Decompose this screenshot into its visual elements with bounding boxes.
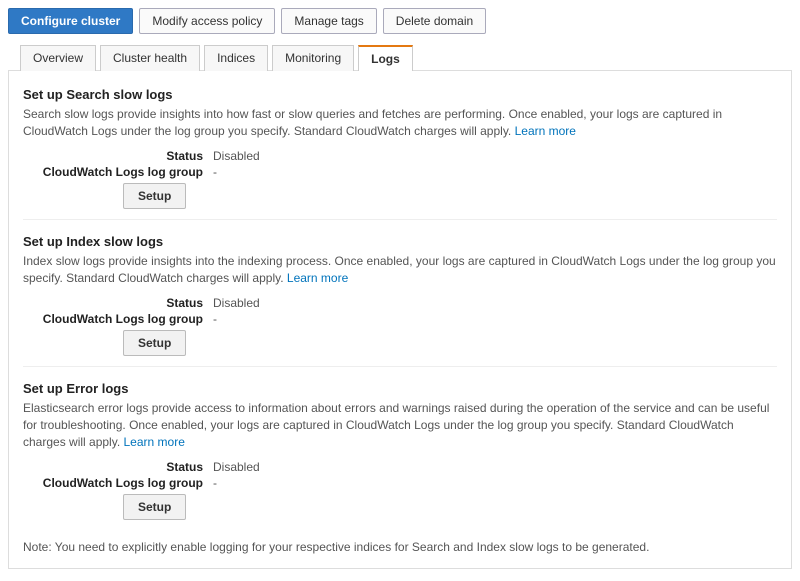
index-slow-logs-title: Set up Index slow logs — [23, 234, 777, 249]
action-toolbar: Configure cluster Modify access policy M… — [8, 8, 792, 34]
tab-indices[interactable]: Indices — [204, 45, 268, 71]
error-status-row: Status Disabled — [23, 460, 777, 474]
search-log-group-row: CloudWatch Logs log group - — [23, 165, 777, 179]
search-setup-row: Setup — [23, 183, 777, 209]
index-status-value: Disabled — [213, 296, 260, 310]
tab-cluster-health[interactable]: Cluster health — [100, 45, 200, 71]
delete-domain-button[interactable]: Delete domain — [383, 8, 486, 34]
search-status-row: Status Disabled — [23, 149, 777, 163]
error-logs-section: Set up Error logs Elasticsearch error lo… — [23, 366, 777, 530]
tab-logs[interactable]: Logs — [358, 45, 413, 71]
search-slow-logs-description: Search slow logs provide insights into h… — [23, 106, 777, 141]
search-log-group-value: - — [213, 165, 217, 179]
index-log-group-row: CloudWatch Logs log group - — [23, 312, 777, 326]
tabs-list: Overview Cluster health Indices Monitori… — [8, 44, 792, 70]
modify-access-policy-button[interactable]: Modify access policy — [139, 8, 275, 34]
log-group-label: CloudWatch Logs log group — [23, 165, 213, 179]
error-setup-row: Setup — [23, 494, 777, 520]
log-group-label: CloudWatch Logs log group — [23, 476, 213, 490]
error-logs-title: Set up Error logs — [23, 381, 777, 396]
search-slow-logs-section: Set up Search slow logs Search slow logs… — [23, 81, 777, 219]
error-status-value: Disabled — [213, 460, 260, 474]
index-slow-logs-desc-text: Index slow logs provide insights into th… — [23, 254, 776, 285]
index-setup-row: Setup — [23, 330, 777, 356]
error-setup-button[interactable]: Setup — [123, 494, 186, 520]
status-label: Status — [23, 460, 213, 474]
logs-footnote: Note: You need to explicitly enable logg… — [23, 540, 777, 554]
status-label: Status — [23, 296, 213, 310]
search-slow-logs-learn-more-link[interactable]: Learn more — [515, 124, 576, 138]
log-group-label: CloudWatch Logs log group — [23, 312, 213, 326]
logs-panel: Set up Search slow logs Search slow logs… — [8, 71, 792, 569]
configure-cluster-button[interactable]: Configure cluster — [8, 8, 133, 34]
index-slow-logs-section: Set up Index slow logs Index slow logs p… — [23, 219, 777, 366]
error-log-group-value: - — [213, 476, 217, 490]
index-slow-logs-learn-more-link[interactable]: Learn more — [287, 271, 348, 285]
tab-overview[interactable]: Overview — [20, 45, 96, 71]
search-slow-logs-desc-text: Search slow logs provide insights into h… — [23, 107, 722, 138]
search-slow-logs-title: Set up Search slow logs — [23, 87, 777, 102]
tab-monitoring[interactable]: Monitoring — [272, 45, 354, 71]
index-status-row: Status Disabled — [23, 296, 777, 310]
error-logs-learn-more-link[interactable]: Learn more — [124, 435, 185, 449]
search-status-value: Disabled — [213, 149, 260, 163]
status-label: Status — [23, 149, 213, 163]
index-setup-button[interactable]: Setup — [123, 330, 186, 356]
error-log-group-row: CloudWatch Logs log group - — [23, 476, 777, 490]
index-log-group-value: - — [213, 312, 217, 326]
index-slow-logs-description: Index slow logs provide insights into th… — [23, 253, 777, 288]
error-logs-description: Elasticsearch error logs provide access … — [23, 400, 777, 452]
manage-tags-button[interactable]: Manage tags — [281, 8, 376, 34]
tabs-container: Overview Cluster health Indices Monitori… — [8, 44, 792, 71]
search-setup-button[interactable]: Setup — [123, 183, 186, 209]
